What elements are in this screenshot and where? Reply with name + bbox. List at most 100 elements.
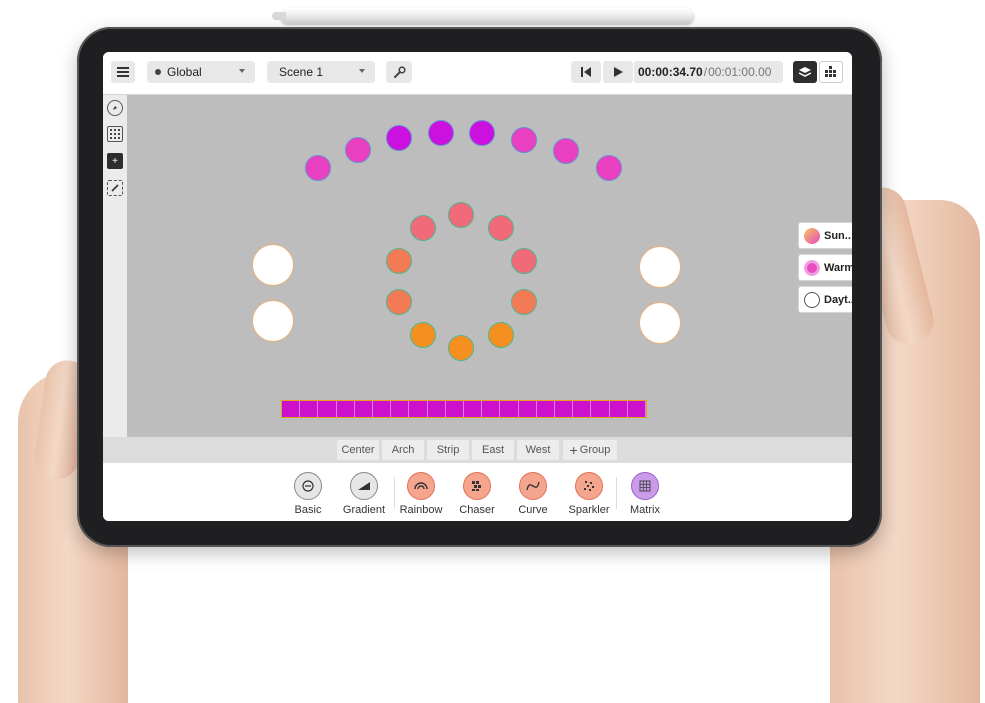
menu-button[interactable] (111, 61, 135, 83)
play-button[interactable] (603, 61, 633, 83)
effect-label: Gradient (342, 504, 386, 516)
effect-label: Chaser (459, 504, 495, 516)
group-strip[interactable]: Strip (427, 440, 469, 460)
group-arch[interactable]: Arch (382, 440, 424, 460)
strip-cell[interactable] (536, 401, 556, 417)
effect-gradient[interactable]: Gradient (334, 472, 394, 516)
compass-tool-button[interactable] (107, 100, 123, 116)
strip-cell[interactable] (627, 401, 647, 417)
side-fixture[interactable] (639, 246, 681, 288)
arch-fixture[interactable] (428, 120, 454, 146)
pencil-icon (111, 184, 119, 192)
scope-dot-icon (155, 69, 161, 75)
strip-cell[interactable] (555, 401, 574, 417)
basic-icon (294, 472, 322, 500)
effect-sparkler[interactable]: Sparkler (559, 472, 619, 516)
gradient-icon (350, 472, 378, 500)
app-screen: Global Scene 1 00:00:34.70 / 00:01:00.00 (103, 52, 852, 521)
center-fixture[interactable] (448, 202, 474, 228)
rainbow-icon (407, 472, 435, 500)
side-fixture[interactable] (639, 302, 681, 344)
scope-dropdown[interactable]: Global (147, 61, 255, 83)
center-fixture[interactable] (410, 215, 436, 241)
effect-label: Curve (518, 504, 548, 516)
side-fixture[interactable] (252, 300, 294, 342)
effect-matrix[interactable]: Matrix (615, 472, 675, 516)
side-fixture[interactable] (252, 244, 294, 286)
fixtures-grid-icon (825, 66, 836, 77)
stage-canvas[interactable]: Sun.. ••• Warm ••• Dayt.. ••• (127, 95, 852, 437)
strip-cell[interactable] (464, 401, 483, 417)
rewind-button[interactable] (571, 61, 601, 83)
top-toolbar: Global Scene 1 00:00:34.70 / 00:01:00.00 (103, 52, 852, 95)
arch-fixture[interactable] (553, 138, 579, 164)
strip-cell[interactable] (591, 401, 610, 417)
effect-label: Rainbow (399, 504, 443, 516)
strip-cell[interactable] (518, 401, 537, 417)
arch-fixture[interactable] (511, 127, 537, 153)
strip-cell[interactable] (609, 401, 628, 417)
skip-back-icon (581, 67, 591, 77)
scene-dropdown-label: Scene 1 (279, 65, 324, 79)
group-bar: Center Arch Strip East West + Group (103, 437, 852, 463)
plus-icon: + (569, 442, 578, 458)
edit-tool-button[interactable] (107, 180, 123, 196)
center-fixture[interactable] (488, 322, 514, 348)
strip-cell[interactable] (445, 401, 465, 417)
strip-cell[interactable] (354, 401, 374, 417)
strip-cell[interactable] (318, 401, 337, 417)
preset-label: Warm (824, 261, 852, 274)
layers-button[interactable] (793, 61, 817, 83)
group-west[interactable]: West (517, 440, 559, 460)
add-tool-button[interactable]: + (107, 153, 123, 169)
add-group-label: Group (579, 444, 611, 456)
strip-cell[interactable] (427, 401, 446, 417)
strip-cell[interactable] (482, 401, 501, 417)
layers-icon (798, 66, 812, 77)
preset-daytime[interactable]: Dayt.. ••• (798, 286, 852, 313)
arch-fixture[interactable] (469, 120, 495, 146)
effect-label: Matrix (630, 504, 660, 516)
strip-cell[interactable] (573, 401, 592, 417)
effect-basic[interactable]: Basic (278, 472, 338, 516)
current-time: 00:00:34.70 (638, 65, 703, 79)
tool-sidebar: + (103, 95, 127, 437)
arch-fixture[interactable] (596, 155, 622, 181)
arch-fixture[interactable] (386, 125, 412, 151)
strip-cell[interactable] (336, 401, 355, 417)
effect-rainbow[interactable]: Rainbow (391, 472, 451, 516)
strip-cell[interactable] (409, 401, 428, 417)
arch-fixture[interactable] (345, 137, 371, 163)
effect-label: Basic (294, 504, 322, 516)
sunrise-gradient-icon (804, 227, 820, 244)
scene-dropdown[interactable]: Scene 1 (267, 61, 375, 83)
strip-cell[interactable] (300, 401, 319, 417)
center-fixture[interactable] (410, 322, 436, 348)
preset-sunrise[interactable]: Sun.. ••• (798, 222, 852, 249)
strip-cell[interactable] (391, 401, 410, 417)
group-center[interactable]: Center (337, 440, 379, 460)
grid-tool-button[interactable] (107, 126, 123, 142)
fixtures-button[interactable] (819, 61, 843, 83)
center-fixture[interactable] (511, 289, 537, 315)
strip-cell[interactable] (282, 401, 301, 417)
led-strip-fixture[interactable] (281, 400, 647, 418)
curve-icon (519, 472, 547, 500)
compass-icon (113, 106, 117, 110)
center-fixture[interactable] (386, 289, 412, 315)
effect-curve[interactable]: Curve (503, 472, 563, 516)
preset-label: Dayt.. (824, 293, 852, 306)
center-fixture[interactable] (511, 248, 537, 274)
center-fixture[interactable] (448, 335, 474, 361)
arch-fixture[interactable] (305, 155, 331, 181)
strip-cell[interactable] (373, 401, 392, 417)
group-east[interactable]: East (472, 440, 514, 460)
center-fixture[interactable] (386, 248, 412, 274)
tools-button[interactable] (386, 61, 412, 83)
add-group-button[interactable]: + Group (563, 440, 617, 460)
preset-warm[interactable]: Warm ••• (798, 254, 852, 281)
center-fixture[interactable] (488, 215, 514, 241)
strip-cell[interactable] (500, 401, 519, 417)
play-icon (614, 67, 623, 77)
effect-chaser[interactable]: Chaser (447, 472, 507, 516)
